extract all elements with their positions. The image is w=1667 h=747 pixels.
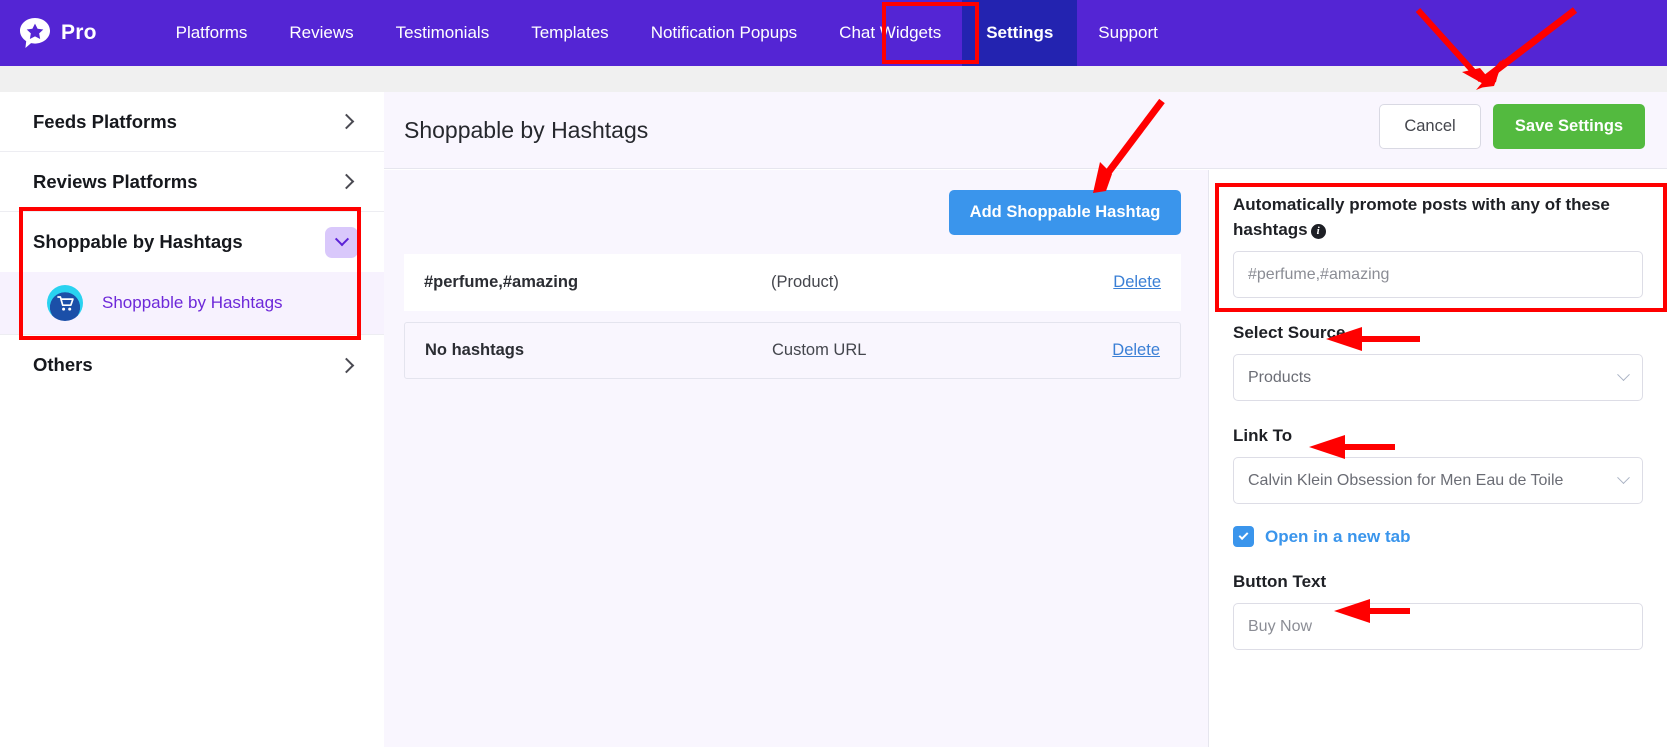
sidebar-item-label: Shoppable by Hashtags: [33, 231, 243, 252]
link-to-value: Calvin Klein Obsession for Men Eau de To…: [1248, 471, 1564, 489]
hashtag-list-column: Add Shoppable Hashtag #perfume,#amazing …: [384, 170, 1208, 747]
shoppable-settings-form: Automatically promote posts with any of …: [1209, 170, 1667, 650]
row-hashtags: #perfume,#amazing: [424, 273, 579, 291]
link-to-label: Link To: [1233, 426, 1293, 445]
main-panel: Shoppable by Hashtags Cancel Save Settin…: [384, 92, 1667, 747]
open-in-new-tab-row[interactable]: Open in a new tab: [1233, 526, 1643, 547]
save-settings-button[interactable]: Save Settings: [1493, 104, 1645, 149]
info-icon[interactable]: i: [1310, 224, 1326, 239]
nav-item-notification-popups[interactable]: Notification Popups: [630, 0, 818, 66]
check-icon: [1238, 530, 1249, 541]
main-header: Shoppable by Hashtags Cancel Save Settin…: [384, 92, 1667, 169]
chevron-down-icon: [1617, 368, 1630, 382]
app-body: Feeds Platforms Reviews Platforms Shoppa…: [0, 66, 1667, 747]
promote-hashtags-field[interactable]: [1233, 251, 1643, 298]
sidebar-item-reviews-platforms[interactable]: Reviews Platforms: [0, 152, 384, 212]
sidebar-item-label: Feeds Platforms: [33, 110, 177, 132]
open-in-new-tab-label: Open in a new tab: [1265, 526, 1411, 546]
nav-item-reviews[interactable]: Reviews: [268, 0, 374, 66]
sidebar-subitem-shoppable-by-hashtags[interactable]: Shoppable by Hashtags: [0, 272, 384, 334]
chevron-right-icon: [338, 113, 355, 130]
promote-hashtags-input[interactable]: [1248, 265, 1628, 284]
hashtag-table: #perfume,#amazing (Product) Delete No ha…: [384, 254, 1208, 390]
chevron-right-icon: [338, 173, 355, 190]
table-row[interactable]: No hashtags Custom URL Delete: [404, 322, 1181, 379]
cancel-button[interactable]: Cancel: [1379, 104, 1481, 149]
sidebar-item-feeds-platforms[interactable]: Feeds Platforms: [0, 92, 384, 152]
button-text-label: Button Text: [1233, 572, 1327, 591]
select-source-dropdown[interactable]: Products: [1233, 354, 1643, 401]
promote-hashtags-label-text: Automatically promote posts with any of …: [1233, 195, 1610, 239]
settings-sidebar: Feeds Platforms Reviews Platforms Shoppa…: [0, 92, 384, 747]
sidebar-item-label: Others: [33, 354, 93, 375]
nav-item-chat-widgets[interactable]: Chat Widgets: [818, 0, 962, 66]
brand-name: Pro: [61, 21, 97, 44]
open-in-new-tab-checkbox[interactable]: [1233, 526, 1254, 547]
star-speech-bubble-logo-icon: [18, 16, 52, 50]
select-source-value: Products: [1248, 368, 1312, 386]
nav-item-settings[interactable]: Settings: [962, 0, 1078, 66]
top-navigation-bar: Pro Platforms Reviews Testimonials Templ…: [0, 0, 1667, 66]
sidebar-item-label: Reviews Platforms: [33, 170, 198, 192]
table-row[interactable]: #perfume,#amazing (Product) Delete: [404, 254, 1181, 311]
row-actions: Delete: [1101, 273, 1181, 292]
chevron-down-icon: [1617, 471, 1630, 485]
sidebar-item-others[interactable]: Others: [0, 335, 384, 395]
sidebar-item-shoppable-by-hashtags[interactable]: Shoppable by Hashtags: [0, 212, 384, 272]
nav-item-templates[interactable]: Templates: [510, 0, 629, 66]
delete-link[interactable]: Delete: [1112, 341, 1160, 359]
link-to-dropdown[interactable]: Calvin Klein Obsession for Men Eau de To…: [1233, 457, 1643, 504]
shopping-cart-icon: [47, 285, 83, 321]
content-area: Add Shoppable Hashtag #perfume,#amazing …: [384, 170, 1667, 747]
button-text-input[interactable]: [1248, 617, 1628, 636]
header-actions: Cancel Save Settings: [1379, 104, 1645, 149]
nav-item-testimonials[interactable]: Testimonials: [375, 0, 511, 66]
button-text-field[interactable]: [1233, 603, 1643, 650]
sidebar-subitem-label: Shoppable by Hashtags: [102, 293, 283, 312]
chevron-down-icon[interactable]: [325, 226, 358, 258]
row-type: (Product): [771, 273, 839, 291]
chevron-right-icon: [338, 357, 355, 373]
row-actions: Delete: [1100, 341, 1180, 360]
row-type: Custom URL: [772, 341, 867, 359]
row-hashtags: No hashtags: [425, 341, 525, 359]
select-source-label: Select Source: [1233, 323, 1346, 342]
nav-item-platforms[interactable]: Platforms: [155, 0, 269, 66]
settings-form-column: Automatically promote posts with any of …: [1208, 170, 1667, 747]
promote-hashtags-label: Automatically promote posts with any of …: [1233, 192, 1643, 242]
add-shoppable-hashtag-button[interactable]: Add Shoppable Hashtag: [949, 190, 1181, 235]
nav-item-support[interactable]: Support: [1077, 0, 1179, 66]
delete-link[interactable]: Delete: [1113, 273, 1161, 291]
page-title: Shoppable by Hashtags: [404, 116, 649, 143]
nav-items: Platforms Reviews Testimonials Templates…: [155, 0, 1179, 66]
brand[interactable]: Pro: [18, 16, 97, 50]
